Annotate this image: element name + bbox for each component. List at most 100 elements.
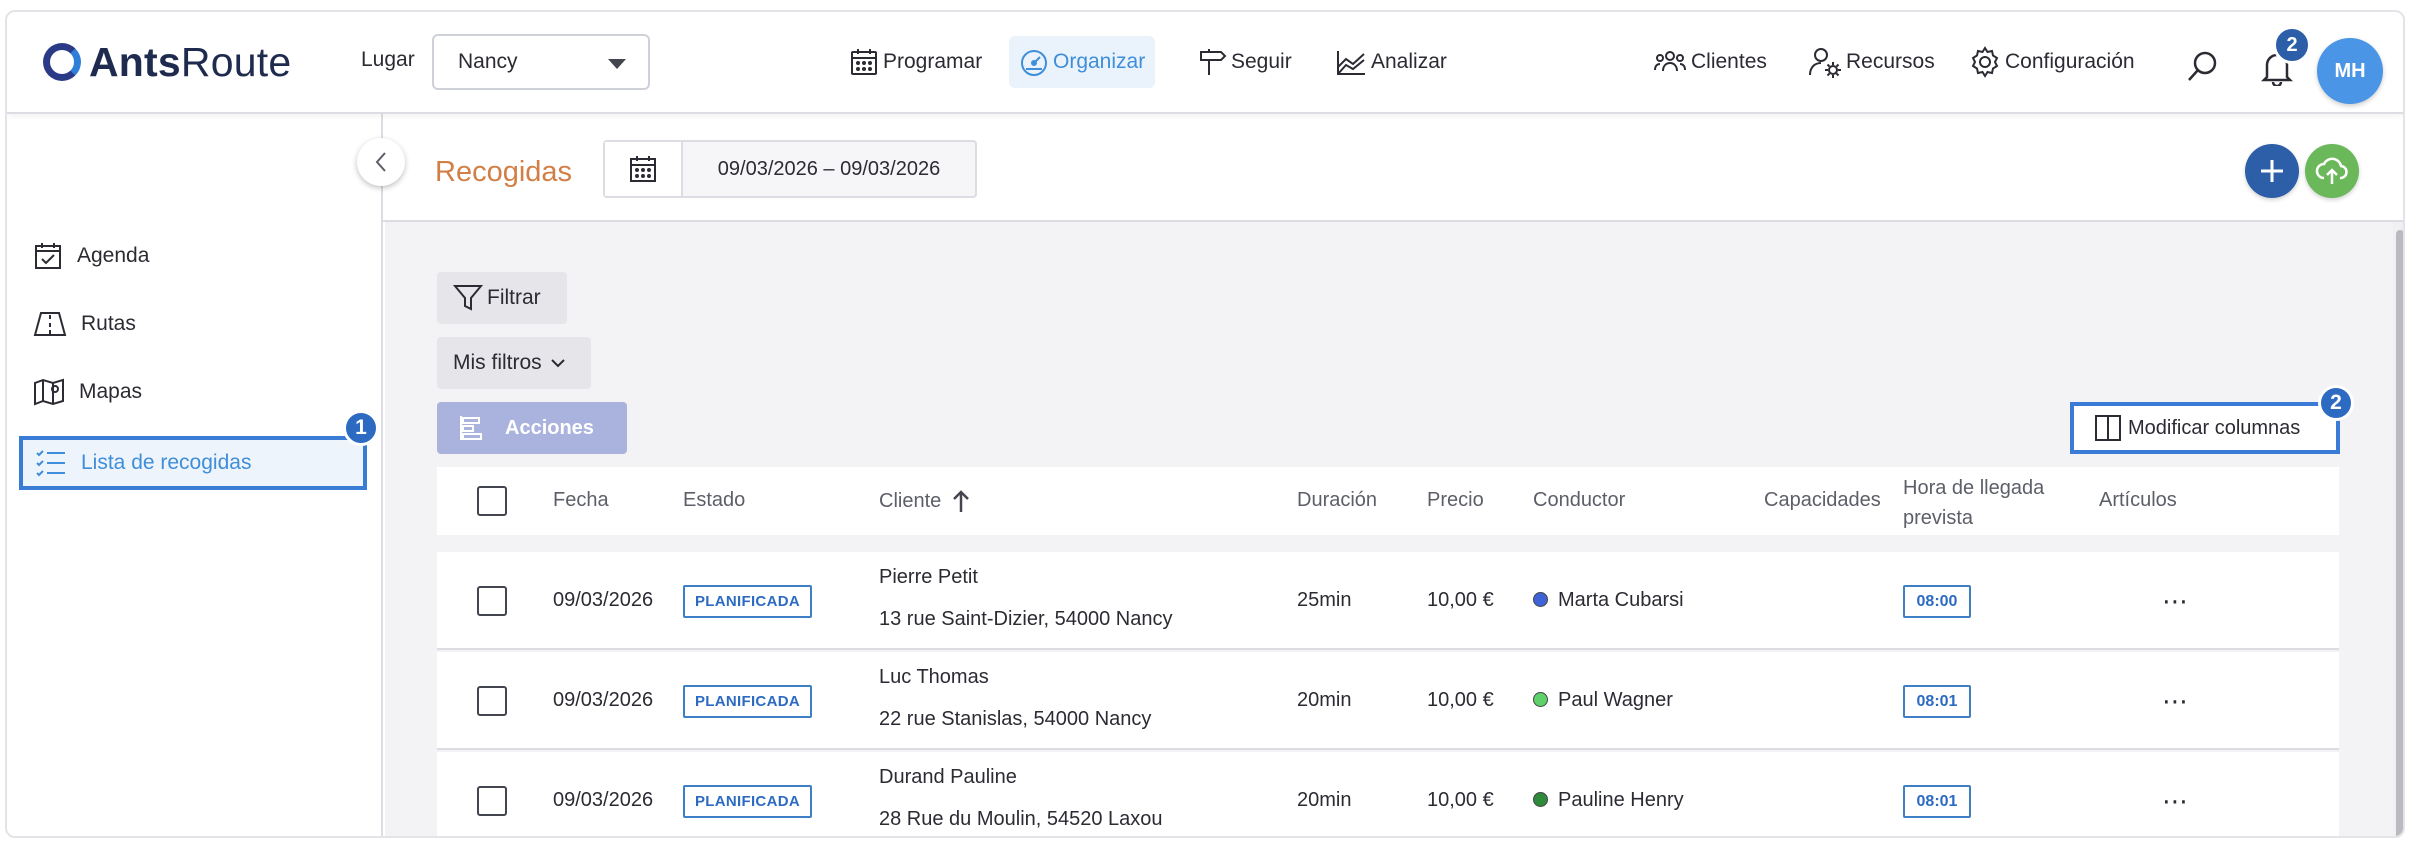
routes-icon xyxy=(33,312,67,336)
driver-color-dot xyxy=(1533,792,1548,807)
actions-label: Acciones xyxy=(505,416,594,439)
search-button[interactable] xyxy=(2185,48,2221,84)
search-icon xyxy=(2188,51,2217,81)
column-header-hora-line2: prevista xyxy=(1903,507,1974,529)
row-precio: 10,00 € xyxy=(1427,589,1494,611)
sidebar-item-agenda[interactable]: Agenda xyxy=(33,232,149,280)
lugar-label: Lugar xyxy=(361,48,415,71)
callout-badge-1: 1 xyxy=(343,410,379,446)
column-header-hora[interactable]: Hora de llegada prevista xyxy=(1903,473,2044,533)
nav-label: Organizar xyxy=(1053,50,1146,73)
actions-icon xyxy=(460,416,482,440)
date-picker-button[interactable] xyxy=(605,142,683,196)
scrollbar-thumb[interactable] xyxy=(2396,230,2403,836)
modify-columns-label: Modificar columnas xyxy=(2128,416,2301,439)
sidebar-item-rutas[interactable]: Rutas xyxy=(33,300,136,348)
modify-columns-button[interactable]: Modificar columnas xyxy=(2070,402,2340,454)
nav-label: Recursos xyxy=(1846,50,1935,73)
nav-recursos[interactable]: Recursos xyxy=(1808,36,1935,88)
row-fecha: 09/03/2026 xyxy=(553,689,654,711)
more-options-icon[interactable]: ⋯ xyxy=(2162,686,2189,717)
sidebar-item-lista-de-recogidas[interactable]: Lista de recogidas xyxy=(19,436,367,490)
column-header-precio[interactable]: Precio xyxy=(1427,489,1484,512)
scrollbar[interactable] xyxy=(2393,222,2403,836)
logo-mark-icon xyxy=(43,43,81,81)
column-header-cliente[interactable]: Cliente xyxy=(879,489,971,513)
sidebar-item-label: Mapas xyxy=(79,380,143,403)
driver-color-dot xyxy=(1533,692,1548,707)
column-header-hora-line1: Hora de llegada xyxy=(1903,477,2045,499)
more-options-icon[interactable]: ⋯ xyxy=(2162,786,2189,817)
row-checkbox[interactable] xyxy=(477,686,507,716)
select-all-checkbox[interactable] xyxy=(477,486,507,516)
column-header-articulos[interactable]: Artículos xyxy=(2099,489,2177,512)
nav-label: Seguir xyxy=(1231,50,1292,73)
list-icon xyxy=(36,450,65,477)
row-conductor-name: Pauline Henry xyxy=(1558,789,1684,811)
nav-clientes[interactable]: Clientes xyxy=(1653,36,1767,88)
column-header-conductor[interactable]: Conductor xyxy=(1533,489,1625,512)
table-row[interactable]: 09/03/2026 PLANIFICADA Pierre Petit 13 r… xyxy=(437,552,2339,650)
table-header: Fecha Estado Cliente Duración Precio Con… xyxy=(437,467,2339,535)
nav-seguir[interactable]: Seguir xyxy=(1187,36,1302,88)
calendar-icon xyxy=(630,156,656,182)
sidebar-item-label: Rutas xyxy=(81,312,136,335)
chevron-down-icon xyxy=(608,59,626,69)
filter-label: Filtrar xyxy=(487,286,541,309)
driver-color-dot xyxy=(1533,592,1548,607)
nav-analizar[interactable]: Analizar xyxy=(1325,36,1457,88)
lugar-value: Nancy xyxy=(458,50,518,73)
column-header-duracion[interactable]: Duración xyxy=(1297,489,1377,512)
row-conductor: Paul Wagner xyxy=(1533,689,1673,712)
row-fecha: 09/03/2026 xyxy=(553,589,654,611)
my-filters-label: Mis filtros xyxy=(453,351,542,374)
arrival-time-badge: 08:00 xyxy=(1903,585,1971,618)
calendar-icon xyxy=(851,49,877,75)
chevron-down-icon xyxy=(550,359,565,368)
table-row[interactable]: 09/03/2026 PLANIFICADA Durand Pauline 28… xyxy=(437,752,2339,836)
sidebar: Agenda Rutas Mapas Lista de recogidas xyxy=(7,114,383,836)
filter-button[interactable]: Filtrar xyxy=(437,272,567,324)
page-header: Recogidas 09/03/2026 – 09/03/2026 xyxy=(383,114,2403,222)
columns-icon xyxy=(2095,415,2121,441)
nav-programar[interactable]: Programar xyxy=(839,36,992,88)
table-row[interactable]: 09/03/2026 PLANIFICADA Luc Thomas 22 rue… xyxy=(437,652,2339,750)
nav-configuracion[interactable]: Configuración xyxy=(1969,36,2135,88)
add-button[interactable] xyxy=(2245,144,2299,198)
app-window: AntsRoute Lugar Nancy Programar Organiza… xyxy=(5,10,2405,838)
collapse-sidebar-button[interactable] xyxy=(357,138,405,186)
column-header-fecha[interactable]: Fecha xyxy=(553,489,609,512)
cloud-upload-icon xyxy=(2315,157,2348,184)
antsroute-logo[interactable]: AntsRoute xyxy=(43,34,291,90)
sidebar-item-mapas[interactable]: Mapas xyxy=(33,368,142,416)
avatar[interactable]: MH xyxy=(2317,38,2383,104)
speedometer-icon xyxy=(1021,50,1047,76)
lugar-select[interactable]: Nancy xyxy=(432,34,650,90)
column-header-capacidades[interactable]: Capacidades xyxy=(1764,489,1881,512)
row-cliente: Luc Thomas xyxy=(879,666,989,688)
row-direccion: 28 Rue du Moulin, 54520 Laxou xyxy=(879,808,1163,830)
more-options-icon[interactable]: ⋯ xyxy=(2162,586,2189,617)
gear-icon xyxy=(1971,46,1999,78)
people-icon xyxy=(1654,51,1686,72)
column-header-cliente-label: Cliente xyxy=(879,489,942,512)
row-duracion: 20min xyxy=(1297,689,1352,711)
resource-gear-icon xyxy=(1809,48,1841,78)
row-checkbox[interactable] xyxy=(477,786,507,816)
arrival-time-badge: 08:01 xyxy=(1903,685,1971,718)
column-header-estado[interactable]: Estado xyxy=(683,489,745,512)
funnel-icon xyxy=(453,285,483,311)
row-checkbox[interactable] xyxy=(477,586,507,616)
actions-button[interactable]: Acciones xyxy=(437,402,627,454)
status-badge: PLANIFICADA xyxy=(683,685,812,718)
my-filters-dropdown[interactable]: Mis filtros xyxy=(437,337,591,389)
date-range-picker[interactable]: 09/03/2026 – 09/03/2026 xyxy=(603,140,977,198)
notification-count-badge: 2 xyxy=(2273,26,2311,64)
row-duracion: 25min xyxy=(1297,589,1352,611)
upload-button[interactable] xyxy=(2305,144,2359,198)
nav-label: Analizar xyxy=(1371,50,1447,73)
nav-organizar[interactable]: Organizar xyxy=(1009,36,1156,88)
nav-label: Clientes xyxy=(1691,50,1767,73)
row-fecha: 09/03/2026 xyxy=(553,789,654,811)
sort-ascending-icon[interactable] xyxy=(951,489,971,513)
